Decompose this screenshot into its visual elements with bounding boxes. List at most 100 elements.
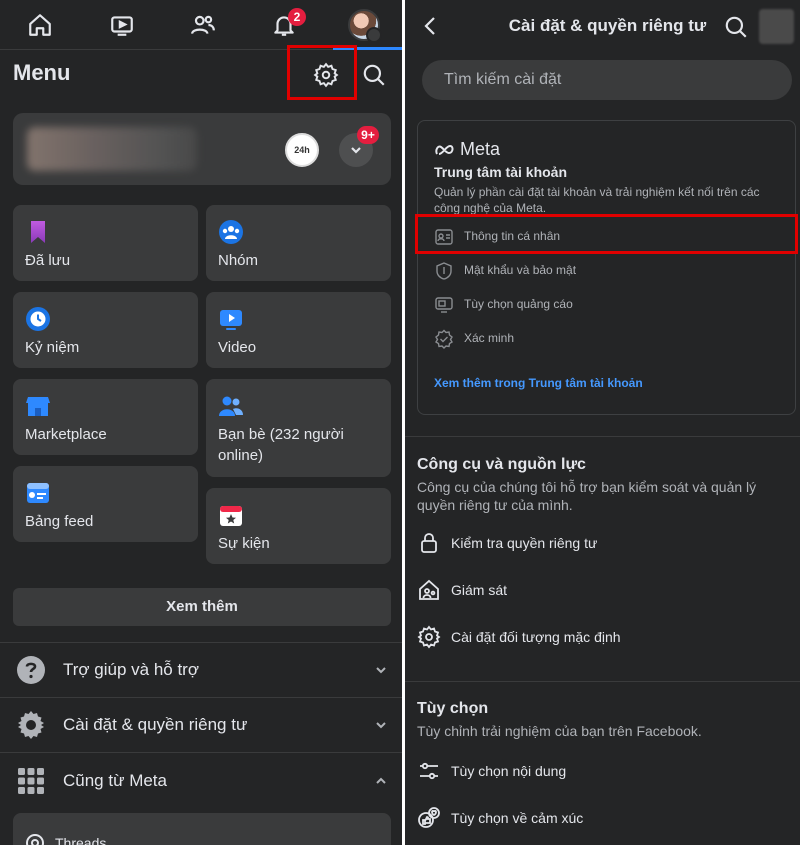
search-icon xyxy=(363,64,385,86)
tool-label: Tùy chọn nội dung xyxy=(451,763,567,779)
verified-badge-icon xyxy=(435,329,453,349)
ad-preferences-item[interactable]: Tùy chọn quảng cáo xyxy=(434,293,774,317)
notifications-tab[interactable]: 2 xyxy=(254,0,314,50)
home-tab[interactable] xyxy=(10,0,70,50)
page-title: Menu xyxy=(13,60,71,85)
highlight-box xyxy=(415,214,798,254)
default-audience-row[interactable]: Cài đặt đối tượng mặc định xyxy=(417,622,787,652)
shortcut-label: Bạn bè (232 người online) xyxy=(218,426,344,464)
password-security-item[interactable]: Mật khẩu và bảo mật xyxy=(434,259,774,283)
supervision-row[interactable]: Giám sát xyxy=(417,575,787,605)
family-home-icon xyxy=(419,579,439,600)
help-support-row[interactable]: Trợ giúp và hỗ trợ xyxy=(0,643,402,697)
divider xyxy=(405,681,800,682)
see-more-accounts-center-link[interactable]: Xem thêm trong Trung tâm tài khoản xyxy=(434,376,643,390)
shortcut-friends[interactable]: Bạn bè (232 người online) xyxy=(206,379,391,477)
reaction-preferences-row[interactable]: Tùy chọn về cảm xúc xyxy=(417,803,787,833)
top-navigation-bar: 2 xyxy=(0,0,402,50)
facebook-menu-pane: 2 Menu 24h 9+ Đã lưu Kỷ niệm Marketplace xyxy=(0,0,402,845)
video-icon xyxy=(111,16,133,36)
feeds-icon xyxy=(27,483,49,503)
chevron-down-icon xyxy=(376,722,386,729)
shortcut-label: Bảng feed xyxy=(25,513,94,530)
events-calendar-icon xyxy=(220,506,242,526)
settings-header: Cài đặt & quyền riêng tư xyxy=(405,0,800,52)
tool-label: Cài đặt đối tượng mặc định xyxy=(451,629,621,645)
profile-card[interactable]: 24h 9+ xyxy=(13,113,391,185)
also-from-meta-row[interactable]: Cũng từ Meta xyxy=(0,754,402,808)
shortcut-events[interactable]: Sự kiện xyxy=(206,488,391,564)
settings-search-input[interactable]: Tìm kiếm cài đặt xyxy=(422,60,792,100)
menu-item-label: Mật khẩu và bảo mật xyxy=(464,263,577,277)
shortcut-feeds[interactable]: Bảng feed xyxy=(13,466,198,542)
threads-icon xyxy=(26,834,44,845)
profile-menu-tab[interactable] xyxy=(334,0,394,50)
preferences-section-title: Tùy chọn xyxy=(417,700,489,717)
shortcut-label: Kỷ niệm xyxy=(25,339,80,356)
chevron-down-icon xyxy=(376,667,386,674)
accounts-center-card: Meta Trung tâm tài khoản Quản lý phần cà… xyxy=(417,120,796,415)
tool-label: Giám sát xyxy=(451,582,508,598)
marketplace-icon xyxy=(26,397,50,416)
bookmark-icon xyxy=(31,221,45,243)
reactions-icon xyxy=(418,807,440,828)
row-label: Cũng từ Meta xyxy=(63,771,167,790)
settings-privacy-row[interactable]: Cài đặt & quyền riêng tư xyxy=(0,698,402,752)
shortcut-marketplace[interactable]: Marketplace xyxy=(13,379,198,455)
shortcut-label: Marketplace xyxy=(25,426,107,443)
lock-icon xyxy=(421,533,437,553)
divider xyxy=(405,436,800,437)
see-more-button[interactable]: Xem thêm xyxy=(13,588,391,626)
profile-name-blurred xyxy=(27,127,197,171)
chevron-down-icon xyxy=(351,147,361,154)
chevron-up-icon xyxy=(376,777,386,784)
page-avatar[interactable]: 24h xyxy=(285,133,319,167)
groups-icon xyxy=(219,220,243,244)
gear-icon xyxy=(313,62,339,88)
help-icon xyxy=(17,656,45,684)
friends-tab[interactable] xyxy=(173,0,233,50)
shortcut-memories[interactable]: Kỷ niệm xyxy=(13,292,198,368)
gear-icon xyxy=(18,711,44,739)
meta-infinity-icon xyxy=(435,144,454,155)
accounts-center-description: Quản lý phần cài đặt tài khoản và trải n… xyxy=(434,185,760,215)
menu-item-label: Xác minh xyxy=(464,331,515,345)
monitor-icon xyxy=(435,297,453,313)
settings-button[interactable] xyxy=(310,59,342,91)
search-button[interactable] xyxy=(721,12,751,42)
tools-section-title: Công cụ và nguồn lực xyxy=(417,456,586,473)
accounts-center-title: Trung tâm tài khoản xyxy=(434,164,568,180)
privacy-checkup-row[interactable]: Kiểm tra quyền riêng tư xyxy=(417,528,787,558)
search-button[interactable] xyxy=(358,59,390,91)
video-icon xyxy=(220,310,242,330)
notification-badge: 2 xyxy=(288,8,306,26)
menu-badge-icon xyxy=(366,27,382,43)
shortcut-video[interactable]: Video xyxy=(206,292,391,368)
divider xyxy=(0,752,402,753)
shortcut-label: Sự kiện xyxy=(218,535,270,552)
shortcut-saved[interactable]: Đã lưu xyxy=(13,205,198,281)
friends-icon xyxy=(191,15,215,35)
shortcut-label: Đã lưu xyxy=(25,252,71,269)
shortcut-label: Video xyxy=(218,339,257,356)
tools-section-description: Công cụ của chúng tôi hỗ trợ bạn kiểm so… xyxy=(417,479,757,513)
tool-label: Kiểm tra quyền riêng tư xyxy=(451,535,598,551)
meta-logo: Meta xyxy=(434,139,500,160)
search-icon xyxy=(725,16,747,38)
shield-icon xyxy=(436,262,452,280)
menu-item-label: Tùy chọn quảng cáo xyxy=(464,297,573,311)
video-tab[interactable] xyxy=(92,0,152,50)
content-preferences-row[interactable]: Tùy chọn nội dung xyxy=(417,756,787,786)
shortcut-groups[interactable]: Nhóm xyxy=(206,205,391,281)
avatar[interactable] xyxy=(759,9,794,44)
row-label: Trợ giúp và hỗ trợ xyxy=(63,660,199,679)
threads-app-card[interactable]: Threads xyxy=(13,813,391,845)
tool-label: Tùy chọn về cảm xúc xyxy=(451,810,584,826)
home-icon xyxy=(29,14,51,36)
profile-notification-badge: 9+ xyxy=(357,126,379,144)
apps-grid-icon xyxy=(18,768,44,794)
friends-icon xyxy=(219,396,243,416)
verification-item[interactable]: Xác minh xyxy=(434,327,774,351)
avatar xyxy=(348,9,382,43)
sliders-icon xyxy=(420,762,438,780)
